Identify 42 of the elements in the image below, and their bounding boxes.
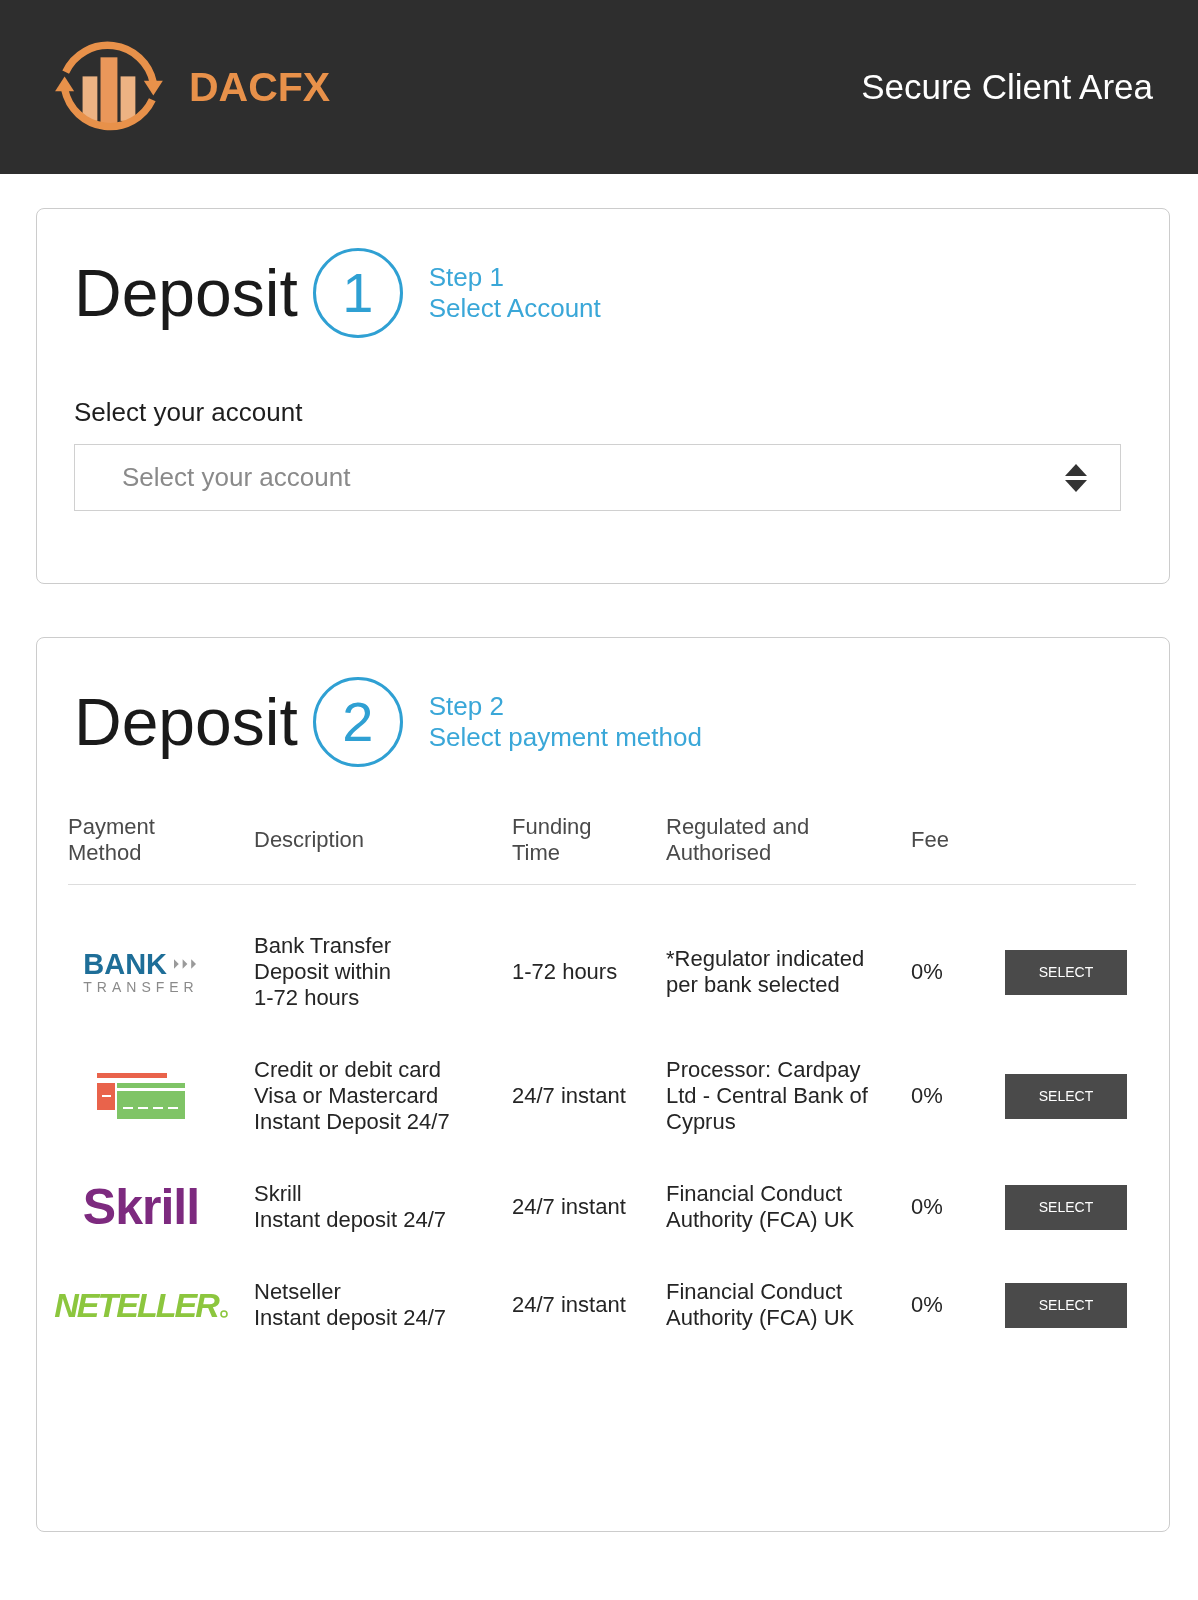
column-header: Regulated and Authorised [666,814,811,866]
table-cell-text: 0% [911,1292,944,1318]
table-cell-text: Netseller Instant deposit 24/7 [254,1279,448,1331]
table-cell-text: 1-72 hours [512,959,619,985]
up-down-caret-icon [1065,463,1087,492]
table-cell-text: 24/7 instant [512,1083,627,1109]
credit-cards-icon [97,1073,185,1119]
table-cell-text: Financial Conduct Authority (FCA) UK [666,1181,856,1233]
column-header: Funding Time [512,814,593,866]
logo-text: BANK [83,949,168,979]
select-button[interactable]: SELECT [1005,1184,1127,1230]
table-cell-text: Processor: Cardpay Ltd - Central Bank of Cyprus [666,1057,869,1135]
step-number: 1 [312,248,403,338]
step-title: Select Account [428,293,601,324]
table-cell-text: Financial Conduct Authority (FCA) UK [666,1279,856,1331]
step-label: Step 1 [428,262,505,293]
step-label: Step 2 [428,691,505,722]
logo-subtext: TRANSFER [83,978,199,995]
registered-mark-icon [219,1310,228,1318]
table-cell-text: 24/7 instant [512,1194,627,1220]
column-header: Fee [911,827,950,853]
table-cell-text: 0% [911,1083,944,1109]
logo-text: Skrill [82,1183,200,1231]
table-cell-text: Credit or debit card Visa or Mastercard Instant Deposit 24/7 [254,1057,451,1135]
brand-name: DACFX [189,66,331,108]
step-number: 2 [312,677,403,767]
table-cell-text: *Regulator indicated per bank selected [666,946,866,998]
field-label: Select your account [74,397,304,427]
column-header: Description [254,827,366,853]
table-cell-text: 24/7 instant [512,1292,627,1318]
table-cell-text: 0% [911,959,944,985]
column-header: Payment Method [68,814,156,866]
step-title: Select payment method [428,722,702,753]
table-cell-text: 0% [911,1194,944,1220]
table-cell-text: Bank Transfer Deposit within 1-72 hours [254,933,392,1011]
logo-text: NETELLER [54,1288,218,1322]
table-cell-text: Skrill Instant deposit 24/7 [254,1181,448,1233]
select-button[interactable]: SELECT [1005,1073,1127,1119]
select-button[interactable]: SELECT [1005,1282,1127,1328]
chevrons-icon [174,959,197,969]
select-button[interactable]: SELECT [1005,949,1127,995]
header-title: Secure Client Area [861,66,1153,108]
